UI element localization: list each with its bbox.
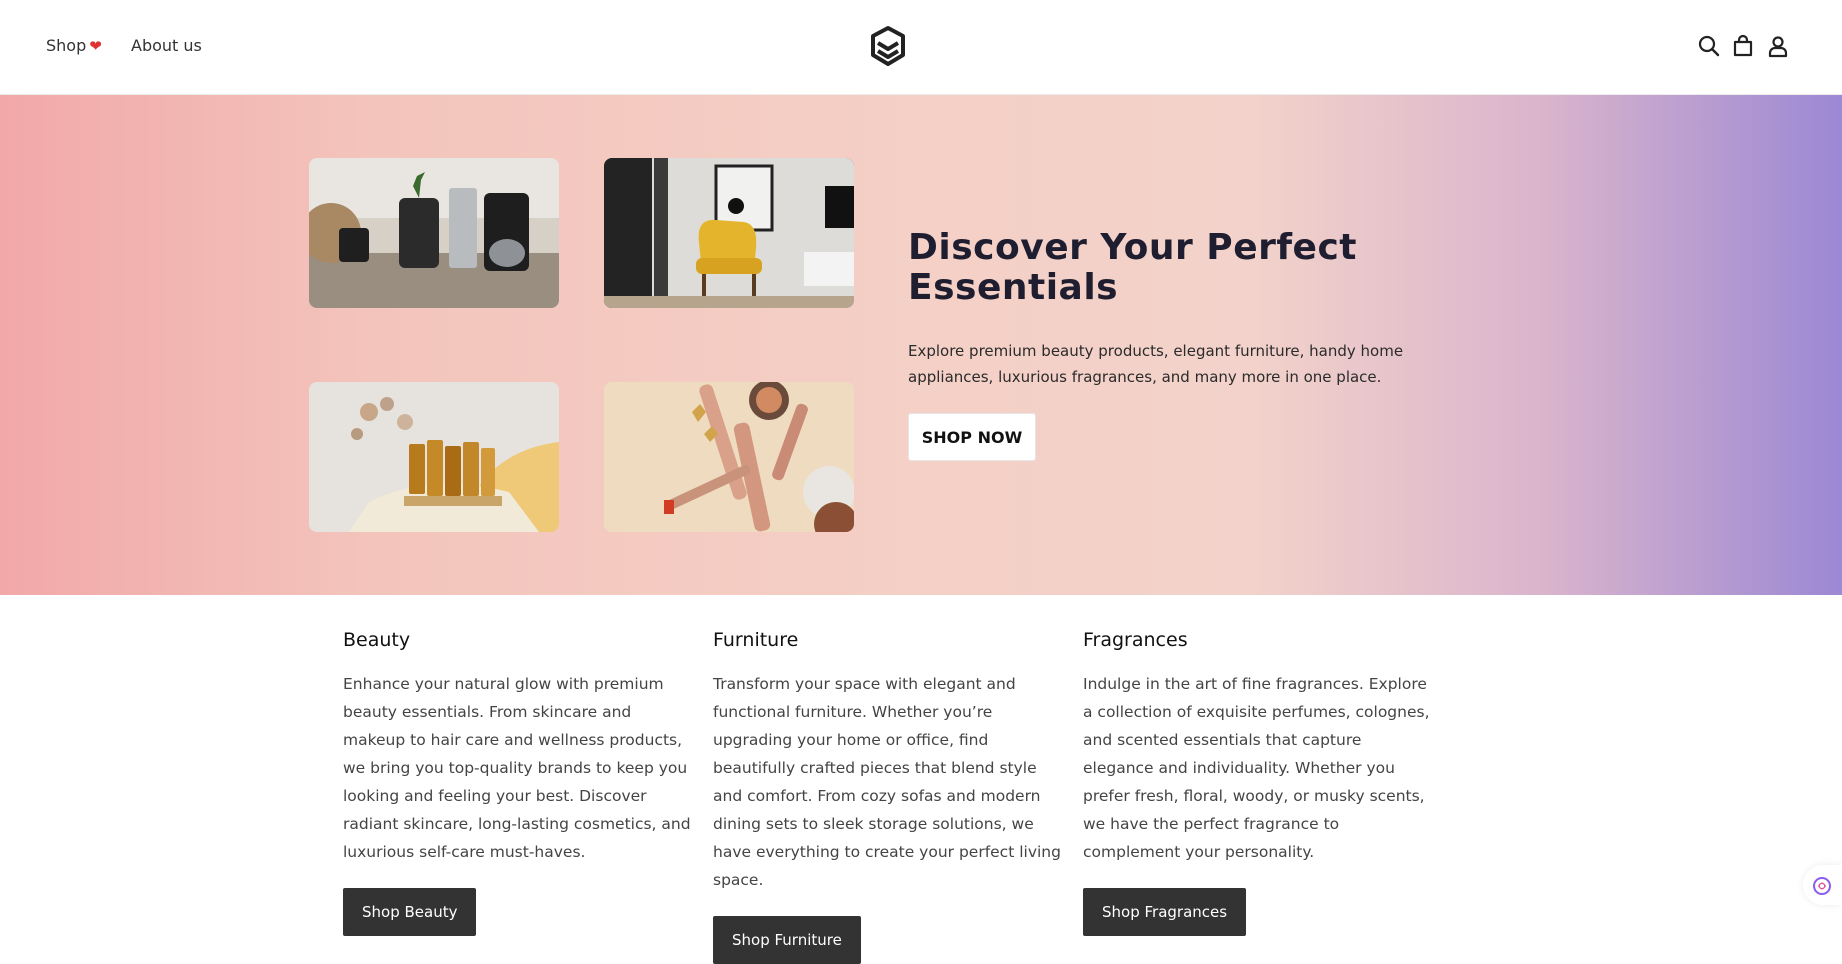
category-title: Beauty: [343, 629, 411, 651]
assistant-icon: [1813, 877, 1831, 895]
category-beauty: Beauty Enhance your natural glow with pr…: [343, 628, 695, 936]
hero-section: Discover Your Perfect Essentials Explore…: [0, 95, 1842, 595]
nav-shop-label: Shop: [46, 36, 87, 55]
shopping-bag-icon[interactable]: [1731, 34, 1755, 58]
perfume-bottles-photo: [309, 382, 559, 532]
category-furniture: Furniture Transform your space with eleg…: [713, 628, 1065, 964]
coffee-appliances-photo: [309, 158, 559, 308]
yellow-armchair-photo: [604, 158, 854, 308]
makeup-products-photo: [604, 382, 854, 532]
heart-icon: ❤: [89, 37, 102, 55]
hero-description: Explore premium beauty products, elegant…: [908, 342, 1404, 386]
shop-furniture-button[interactable]: Shop Furniture: [713, 916, 861, 964]
store-logo-icon[interactable]: [866, 24, 910, 68]
site-header: Shop ❤ About us: [0, 0, 1842, 95]
nav-about-link[interactable]: About us: [131, 36, 202, 55]
search-icon[interactable]: [1697, 34, 1721, 58]
hero-title: Discover Your Perfect Essentials: [908, 227, 1357, 308]
category-description: Indulge in the art of fine fragrances. E…: [1083, 675, 1430, 861]
shop-now-button[interactable]: SHOP NOW: [908, 413, 1036, 461]
category-fragrances: Fragrances Indulge in the art of fine fr…: [1083, 628, 1435, 936]
category-title: Furniture: [713, 629, 799, 651]
user-icon[interactable]: [1766, 34, 1790, 58]
assistant-widget-button[interactable]: [1803, 865, 1842, 905]
nav-shop-link[interactable]: Shop ❤: [46, 36, 102, 55]
category-description: Transform your space with elegant and fu…: [713, 675, 1061, 889]
category-title: Fragrances: [1083, 629, 1188, 651]
category-description: Enhance your natural glow with premium b…: [343, 675, 691, 861]
